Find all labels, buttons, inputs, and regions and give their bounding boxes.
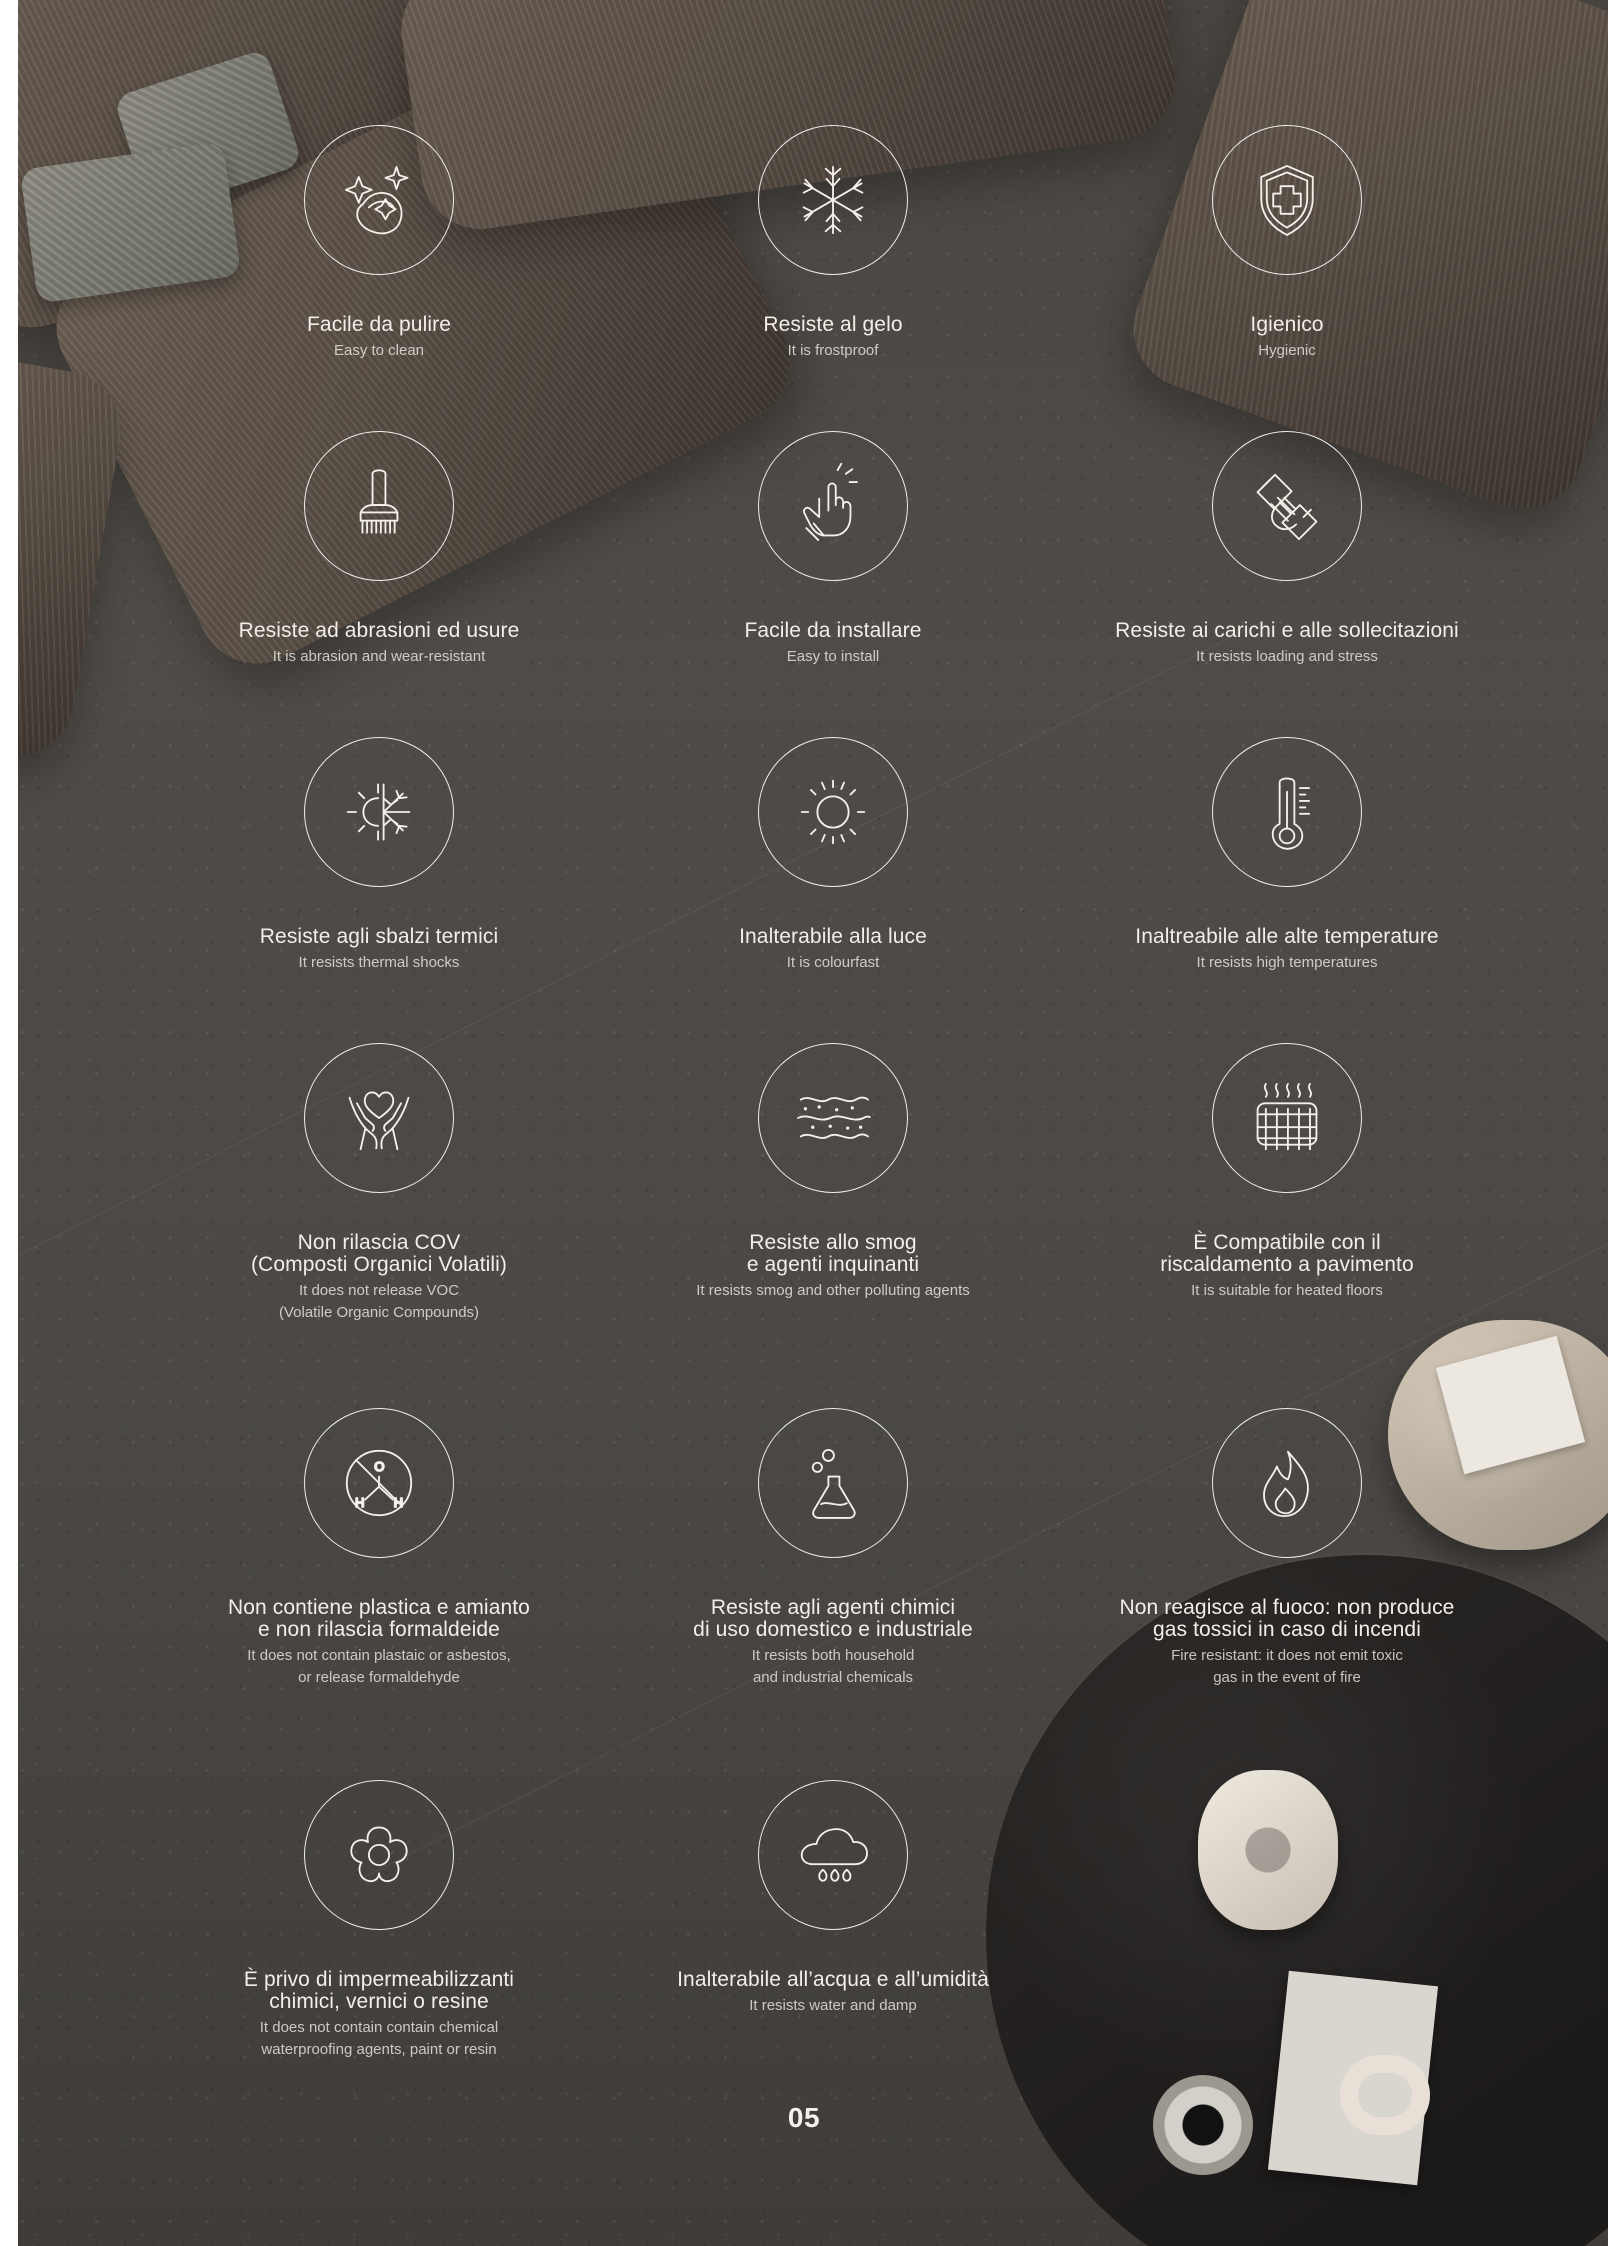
sofa-section (18, 343, 131, 767)
no-formaldehyde-icon: O H H (345, 1449, 413, 1517)
hand-load-icon (1256, 473, 1318, 541)
snowflake-icon (802, 165, 864, 235)
feature-no-formaldehyde: O H H Non contiene plastica e amianto e … (169, 1408, 589, 1689)
feature-title: È privo di impermeabilizzanti chimici, v… (243, 1968, 515, 2013)
feature-title: Non rilascia COV (Composti Organici Vola… (250, 1231, 508, 1276)
icon-circle (1212, 1043, 1362, 1193)
feature-floor-heating: È Compatibile con il riscaldamento a pav… (1077, 1043, 1497, 1302)
feature-load-resistant: Resiste ai carichi e alle sollecitazioni… (1077, 431, 1497, 668)
floor-heating-icon (1256, 1083, 1318, 1151)
vase (1153, 2075, 1253, 2175)
feature-title: Resiste al gelo (763, 313, 903, 336)
feature-subtitle: It is suitable for heated floors (1191, 1282, 1383, 1299)
icon-circle (1212, 125, 1362, 275)
feature-subtitle: It is abrasion and wear-resistant (272, 648, 486, 665)
icon-circle (304, 125, 454, 275)
feature-abrasion-resistant: Resiste ad abrasioni ed usure It is abra… (169, 431, 589, 668)
shield-cross-icon (1260, 165, 1314, 236)
feature-title: Resiste agli sbalzi termici (259, 925, 499, 948)
feature-subtitle: It is colourfast (786, 954, 880, 971)
feature-frostproof: Resiste al gelo It is frostproof (623, 125, 1043, 362)
icon-circle (758, 1780, 908, 1930)
soap-sparkles-icon (344, 165, 409, 235)
icon-circle (1212, 431, 1362, 581)
feature-subtitle: It resists both household and industrial… (751, 1647, 915, 1686)
feature-title: Resiste agli agenti chimici di uso domes… (693, 1596, 973, 1641)
feature-subtitle: It is frostproof (787, 342, 879, 359)
sun-icon (800, 779, 866, 845)
sun-snowflake-icon (346, 783, 411, 841)
icon-circle (304, 1780, 454, 1930)
feature-subtitle: Easy to clean (333, 342, 425, 359)
feature-subtitle: Easy to install (786, 648, 880, 665)
icon-circle (758, 737, 908, 887)
molecule-label-h-right: H (394, 1495, 403, 1510)
feature-subtitle: It does not contain contain chemical wat… (259, 2019, 499, 2058)
brush-icon (359, 469, 399, 534)
icon-circle (758, 1408, 908, 1558)
feature-title: Resiste ai carichi e alle sollecitazioni (1115, 619, 1459, 642)
feature-subtitle: It does not release VOC (Volatile Organi… (278, 1282, 480, 1321)
feature-title: È Compatibile con il riscaldamento a pav… (1160, 1231, 1414, 1276)
molecule-label-h-left: H (355, 1495, 364, 1510)
hand-touch-icon (803, 462, 858, 541)
icon-circle: O H H (304, 1408, 454, 1558)
feature-title: Non reagisce al fuoco: non produce gas t… (1119, 1596, 1455, 1641)
page-number: 05 (787, 2102, 821, 2133)
feature-subtitle: Hygienic (1258, 342, 1316, 359)
flower-icon (350, 1826, 408, 1883)
flask-icon (811, 1448, 856, 1519)
feature-subtitle: Fire resistant: it does not emit toxic g… (1171, 1647, 1403, 1686)
feature-subtitle: It resists high temperatures (1196, 954, 1378, 971)
feature-easy-clean: Facile da pulire Easy to clean (169, 125, 589, 362)
feature-title: Resiste ad abrasioni ed usure (238, 619, 520, 642)
feature-water-resistant: Inalterabile all’acqua e all’umidità It … (623, 1780, 1043, 2017)
feature-title: Inalterabile all’acqua e all’umidità (677, 1968, 989, 1991)
smog-waves-icon (797, 1096, 871, 1139)
icon-circle (758, 431, 908, 581)
feature-title: Inalterabile alla luce (739, 925, 927, 948)
rain-cloud-icon (800, 1828, 868, 1882)
feature-chemical-resistant: Resiste agli agenti chimici di uso domes… (623, 1408, 1043, 1689)
feature-title: Non contiene plastica e amianto e non ri… (228, 1596, 530, 1641)
thermometer-icon (1271, 777, 1310, 850)
feature-subtitle: It resists thermal shocks (298, 954, 460, 971)
icon-circle (304, 431, 454, 581)
feature-title: Facile da installare (744, 619, 922, 642)
feature-title: Inaltreabile alle alte temperature (1135, 925, 1439, 948)
flame-icon (1263, 1450, 1309, 1518)
feature-subtitle: It resists loading and stress (1196, 648, 1378, 665)
icon-circle (1212, 737, 1362, 887)
feature-subtitle: It resists smog and other polluting agen… (696, 1282, 970, 1299)
hands-heart-icon (348, 1091, 410, 1151)
icon-circle (758, 125, 908, 275)
sculpture (1198, 1770, 1338, 1930)
feature-smog-resistant: Resiste allo smog e agenti inquinanti It… (623, 1043, 1043, 1302)
feature-thermal-shock: Resiste agli sbalzi termici It resists t… (169, 737, 589, 974)
icon-circle (758, 1043, 908, 1193)
icon-circle (1212, 1408, 1362, 1558)
knot-sculpture (1340, 2055, 1430, 2135)
feature-hygienic: Igienico Hygienic (1077, 125, 1497, 362)
feature-no-chemical-waterproofing: È privo di impermeabilizzanti chimici, v… (169, 1780, 589, 2061)
feature-title: Resiste allo smog e agenti inquinanti (746, 1231, 920, 1276)
feature-title: Facile da pulire (306, 313, 451, 336)
feature-voc-free: Non rilascia COV (Composti Organici Vola… (169, 1043, 589, 1324)
feature-title: Igienico (1250, 313, 1324, 336)
icon-circle (304, 737, 454, 887)
feature-fire-resistant: Non reagisce al fuoco: non produce gas t… (1077, 1408, 1497, 1689)
feature-colourfast: Inalterabile alla luce It is colourfast (623, 737, 1043, 974)
feature-subtitle: It resists water and damp (749, 1997, 917, 2014)
molecule-label-o: O (374, 1459, 384, 1474)
feature-easy-install: Facile da installare Easy to install (623, 431, 1043, 668)
brochure-page: Facile da pulire Easy to clean Resiste a… (0, 0, 1608, 2246)
icon-circle (304, 1043, 454, 1193)
feature-high-temperature: Inaltreabile alle alte temperature It re… (1077, 737, 1497, 974)
feature-subtitle: It does not contain plastaic or asbestos… (247, 1647, 511, 1686)
